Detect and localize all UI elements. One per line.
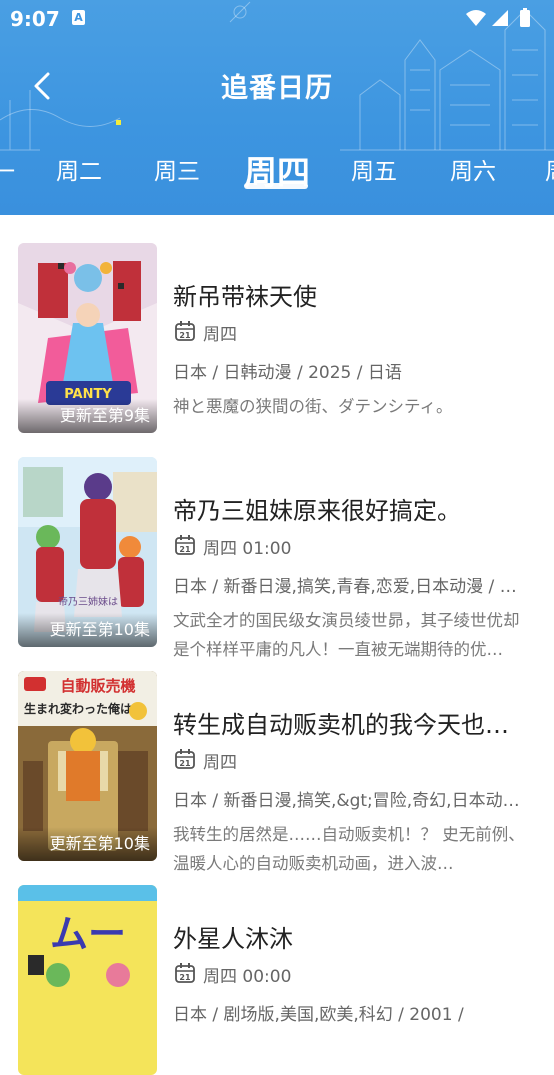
calendar-icon: 21 (175, 963, 195, 983)
svg-text:21: 21 (179, 331, 191, 340)
notification-icon: A (72, 10, 85, 25)
anime-title[interactable]: 帝乃三姐妹原来很好搞定。 (173, 491, 533, 526)
tab-wednesday[interactable]: 周三 (154, 152, 200, 186)
svg-text:21: 21 (179, 545, 191, 554)
cover-art: ムー (18, 885, 157, 1075)
status-bar: 9:07 A (0, 0, 554, 36)
schedule-text: 周四 (203, 325, 237, 345)
anime-description: 我转生的居然是……自动贩卖机！？ 史无前例、温暖人心的自动贩卖机动画，进入波… (173, 825, 525, 873)
schedule-text: 周四 (203, 753, 237, 773)
tab-sunday[interactable]: 周 (545, 152, 554, 186)
svg-text:ムー: ムー (50, 912, 126, 956)
active-tab-indicator (244, 183, 308, 189)
status-icons (464, 8, 544, 34)
svg-text:帝乃三姉妹は: 帝乃三姉妹は (58, 595, 118, 608)
calendar-icon: 21 (175, 535, 195, 555)
status-time: 9:07 (10, 7, 60, 31)
wifi-signal-battery-icon (466, 8, 530, 27)
calendar-icon: 21 (175, 321, 195, 341)
list-item[interactable]: ムー 外星人沐沐 21 周四 00:00 日本 / 剧场版,美国,欧美,科幻 /… (0, 885, 554, 1075)
svg-text:21: 21 (179, 759, 191, 768)
anime-meta: 日本 / 剧场版,美国,欧美,科幻 / 2001 / (173, 1005, 464, 1025)
cover-image[interactable]: 自動販売機 生まれ変わった俺は 更新至第10集 (18, 671, 157, 861)
cover-image[interactable]: 帝乃三姉妹は 更新至第10集 (18, 457, 157, 647)
tab-tuesday[interactable]: 周二 (56, 152, 102, 186)
calendar-icon: 21 (175, 749, 195, 769)
schedule-text: 周四 00:00 (203, 967, 292, 987)
anime-meta: 日本 / 新番日漫,搞笑,&gt;冒险,奇幻,日本动漫 / 2025 (173, 791, 525, 811)
anime-description: 文武全才的国民级女演员绫世昴，其子绫世优却是个样样平庸的凡人！一直被无端期待的优… (173, 611, 520, 659)
tab-monday[interactable]: 一 (0, 152, 15, 186)
schedule-text: 周四 01:00 (203, 539, 292, 559)
list-item[interactable]: 帝乃三姉妹は 更新至第10集 帝乃三姐妹原来很好搞定。 21 周四 01:00 … (0, 457, 554, 659)
svg-text:生まれ変わった俺は: 生まれ変わった俺は (24, 701, 132, 716)
cover-image[interactable]: ムー (18, 885, 157, 1075)
list-item[interactable]: PANTY 更新至第9集 新吊带袜天使 21 周四 日本 / 日韩动漫 / 20… (0, 243, 554, 433)
anime-meta: 日本 / 新番日漫,搞笑,青春,恋爱,日本动漫 / 2025 / 日语 (173, 577, 525, 597)
anime-title[interactable]: 外星人沐沐 (173, 919, 533, 954)
app-header: 9:07 A 追番日历 一 周二 周三 周四 周五 周六 周 (0, 0, 554, 215)
list-item[interactable]: 自動販売機 生まれ変わった俺は 更新至第10集 转生成自动贩卖机的我今天也在迷宫… (0, 671, 554, 873)
episode-badge: 更新至第10集 (18, 827, 157, 861)
svg-text:自動販売機: 自動販売機 (60, 677, 135, 695)
anime-title[interactable]: 转生成自动贩卖机的我今天也在迷宫徘徊 (173, 705, 518, 740)
anime-title[interactable]: 新吊带袜天使 (173, 277, 533, 312)
anime-description: 神と悪魔の狭間の街、ダテンシティ。 (173, 397, 453, 416)
tab-friday[interactable]: 周五 (351, 152, 397, 186)
cover-image[interactable]: PANTY 更新至第9集 (18, 243, 157, 433)
anime-meta: 日本 / 日韩动漫 / 2025 / 日语 (173, 363, 402, 383)
episode-badge: 更新至第9集 (18, 399, 157, 433)
episode-badge: 更新至第10集 (18, 613, 157, 647)
svg-text:21: 21 (179, 973, 191, 982)
tab-saturday[interactable]: 周六 (450, 152, 496, 186)
page-title: 追番日历 (221, 73, 333, 104)
